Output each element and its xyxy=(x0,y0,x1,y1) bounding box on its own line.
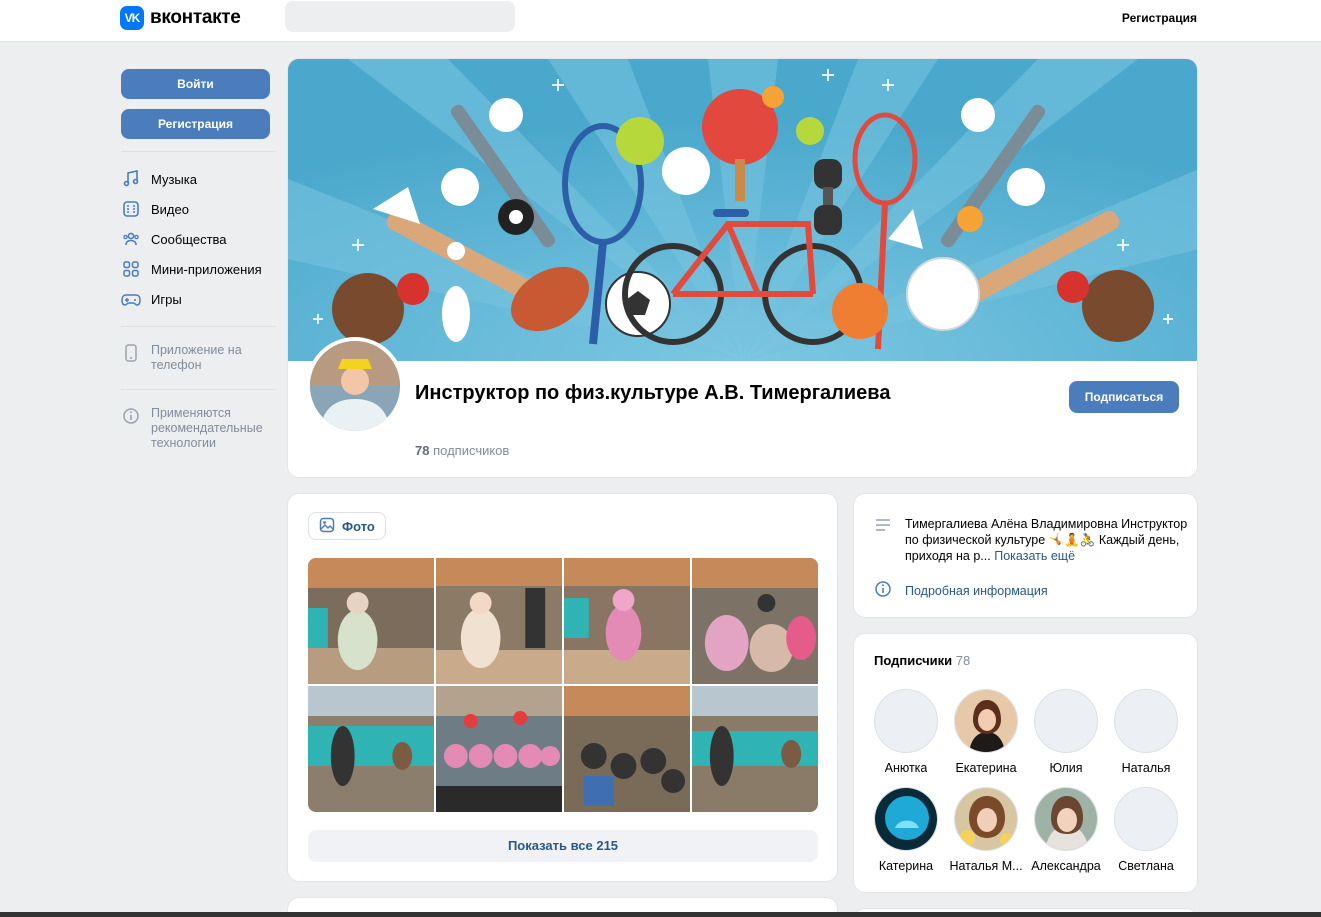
subscriber-item[interactable]: Светлана xyxy=(1106,787,1186,873)
avatar xyxy=(874,787,938,851)
sidebar-item-communities[interactable]: Сообщества xyxy=(121,224,276,254)
tab-photos[interactable]: Фото xyxy=(308,512,386,540)
subscriber-name: Юлия xyxy=(1049,761,1083,775)
avatar xyxy=(1034,689,1098,753)
subscribers-label: подписчиков xyxy=(433,443,510,458)
page-bottom-edge xyxy=(0,912,1321,917)
show-all-photos-button[interactable]: Показать все 215 xyxy=(308,830,818,862)
photo-grid xyxy=(308,558,818,812)
sidebar-item-label: Видео xyxy=(151,201,189,217)
profile-card: Инструктор по физ.культуре А.В. Тимергал… xyxy=(287,58,1198,478)
phone-icon xyxy=(121,343,141,363)
photo-thumbnail[interactable] xyxy=(692,686,818,812)
info-icon xyxy=(121,406,141,426)
app-promo-link[interactable]: Приложение на телефон xyxy=(121,339,276,377)
register-button[interactable]: Регистрация xyxy=(121,109,270,139)
header-register-link[interactable]: Регистрация xyxy=(1122,11,1197,25)
sidebar-item-games[interactable]: Игры xyxy=(121,284,276,314)
subscriber-item[interactable]: Катерина xyxy=(866,787,946,873)
app-promo-text: Приложение на телефон xyxy=(151,343,242,372)
subscriber-name: Катерина xyxy=(878,859,934,873)
left-sidebar: Войти Регистрация Музыка Видео Сообществ… xyxy=(121,69,276,455)
avatar xyxy=(1114,787,1178,851)
recommend-note-text: Применяются рекомендательные технологии xyxy=(151,406,263,450)
details-link[interactable]: Подробная информация xyxy=(874,580,1048,601)
profile-header: Инструктор по физ.культуре А.В. Тимергал… xyxy=(288,337,1197,477)
details-label: Подробная информация xyxy=(905,583,1048,598)
vk-logo-icon: VK xyxy=(120,6,144,30)
music-icon xyxy=(121,169,141,189)
login-button[interactable]: Войти xyxy=(121,69,270,99)
communities-icon xyxy=(121,229,141,249)
subscriber-item[interactable]: Екатерина xyxy=(946,689,1026,775)
subscribe-button[interactable]: Подписаться xyxy=(1069,381,1179,413)
sidebar-item-mini-apps[interactable]: Мини-приложения xyxy=(121,254,276,284)
photo-thumbnail[interactable] xyxy=(308,558,434,684)
sidebar-item-label: Сообщества xyxy=(151,231,227,247)
photo-thumbnail[interactable] xyxy=(436,558,562,684)
divider xyxy=(121,151,276,152)
info-icon xyxy=(874,580,892,601)
subscriber-name: Наталья xyxy=(1121,761,1171,775)
photo-thumbnail[interactable] xyxy=(308,686,434,812)
subscriber-item[interactable]: Александра xyxy=(1026,787,1106,873)
subscriber-item[interactable]: Наталья М... xyxy=(946,787,1026,873)
divider xyxy=(121,389,276,390)
video-icon xyxy=(121,199,141,219)
group-description: Тимергалиева Алёна Владимировна Инструкт… xyxy=(905,516,1190,564)
subscribers-count[interactable]: 78 подписчиков xyxy=(415,443,509,458)
tab-photos-label: Фото xyxy=(342,518,375,534)
photo-icon xyxy=(319,517,335,536)
subscriber-name: Екатерина xyxy=(955,761,1017,775)
photo-thumbnail[interactable] xyxy=(692,558,818,684)
subscriber-name: Анютка xyxy=(884,761,928,775)
subscribers-number: 78 xyxy=(415,443,430,458)
subscribers-title-text: Подписчики xyxy=(874,653,953,668)
subscribers-title-count: 78 xyxy=(955,653,971,668)
text-lines-icon xyxy=(874,518,892,535)
top-bar: VK вконтакте Регистрация xyxy=(0,0,1321,42)
subscribers-grid: Анютка Екатерина Юлия Наталья Катерина Н… xyxy=(866,689,1186,873)
mini-apps-icon xyxy=(121,259,141,279)
sidebar-item-music[interactable]: Музыка xyxy=(121,164,276,194)
subscriber-name: Наталья М... xyxy=(949,859,1023,873)
avatar xyxy=(874,689,938,753)
sidebar-item-video[interactable]: Видео xyxy=(121,194,276,224)
subscriber-item[interactable]: Наталья xyxy=(1106,689,1186,775)
group-avatar[interactable] xyxy=(306,337,404,435)
sidebar-item-label: Игры xyxy=(151,291,182,307)
subscriber-name: Александра xyxy=(1031,859,1101,873)
subscriber-name: Светлана xyxy=(1118,859,1174,873)
page-title: Инструктор по физ.культуре А.В. Тимергал… xyxy=(415,382,891,404)
sidebar-item-label: Музыка xyxy=(151,171,197,187)
photos-card: Фото Показать все 215 xyxy=(287,493,838,882)
subscribers-card: Подписчики 78 Анютка Екатерина Юлия Ната… xyxy=(853,633,1198,893)
avatar xyxy=(1034,787,1098,851)
avatar xyxy=(954,689,1018,753)
avatar xyxy=(1114,689,1178,753)
subscriber-item[interactable]: Юлия xyxy=(1026,689,1106,775)
photo-thumbnail[interactable] xyxy=(436,686,562,812)
vk-logo[interactable]: VK вконтакте xyxy=(120,6,241,30)
logo-text: вконтакте xyxy=(150,7,241,28)
divider xyxy=(121,326,276,327)
avatar xyxy=(954,787,1018,851)
photo-thumbnail[interactable] xyxy=(564,558,690,684)
sidebar-item-label: Мини-приложения xyxy=(151,261,262,277)
subscriber-item[interactable]: Анютка xyxy=(866,689,946,775)
search-input[interactable] xyxy=(285,1,515,32)
recommend-note[interactable]: Применяются рекомендательные технологии xyxy=(121,402,276,455)
gamepad-icon xyxy=(121,289,141,309)
show-more-link[interactable]: Показать ещё xyxy=(994,549,1075,563)
photo-thumbnail[interactable] xyxy=(564,686,690,812)
info-card: Тимергалиева Алёна Владимировна Инструкт… xyxy=(853,493,1198,618)
cover-image xyxy=(288,59,1197,361)
subscribers-title[interactable]: Подписчики 78 xyxy=(874,653,970,668)
